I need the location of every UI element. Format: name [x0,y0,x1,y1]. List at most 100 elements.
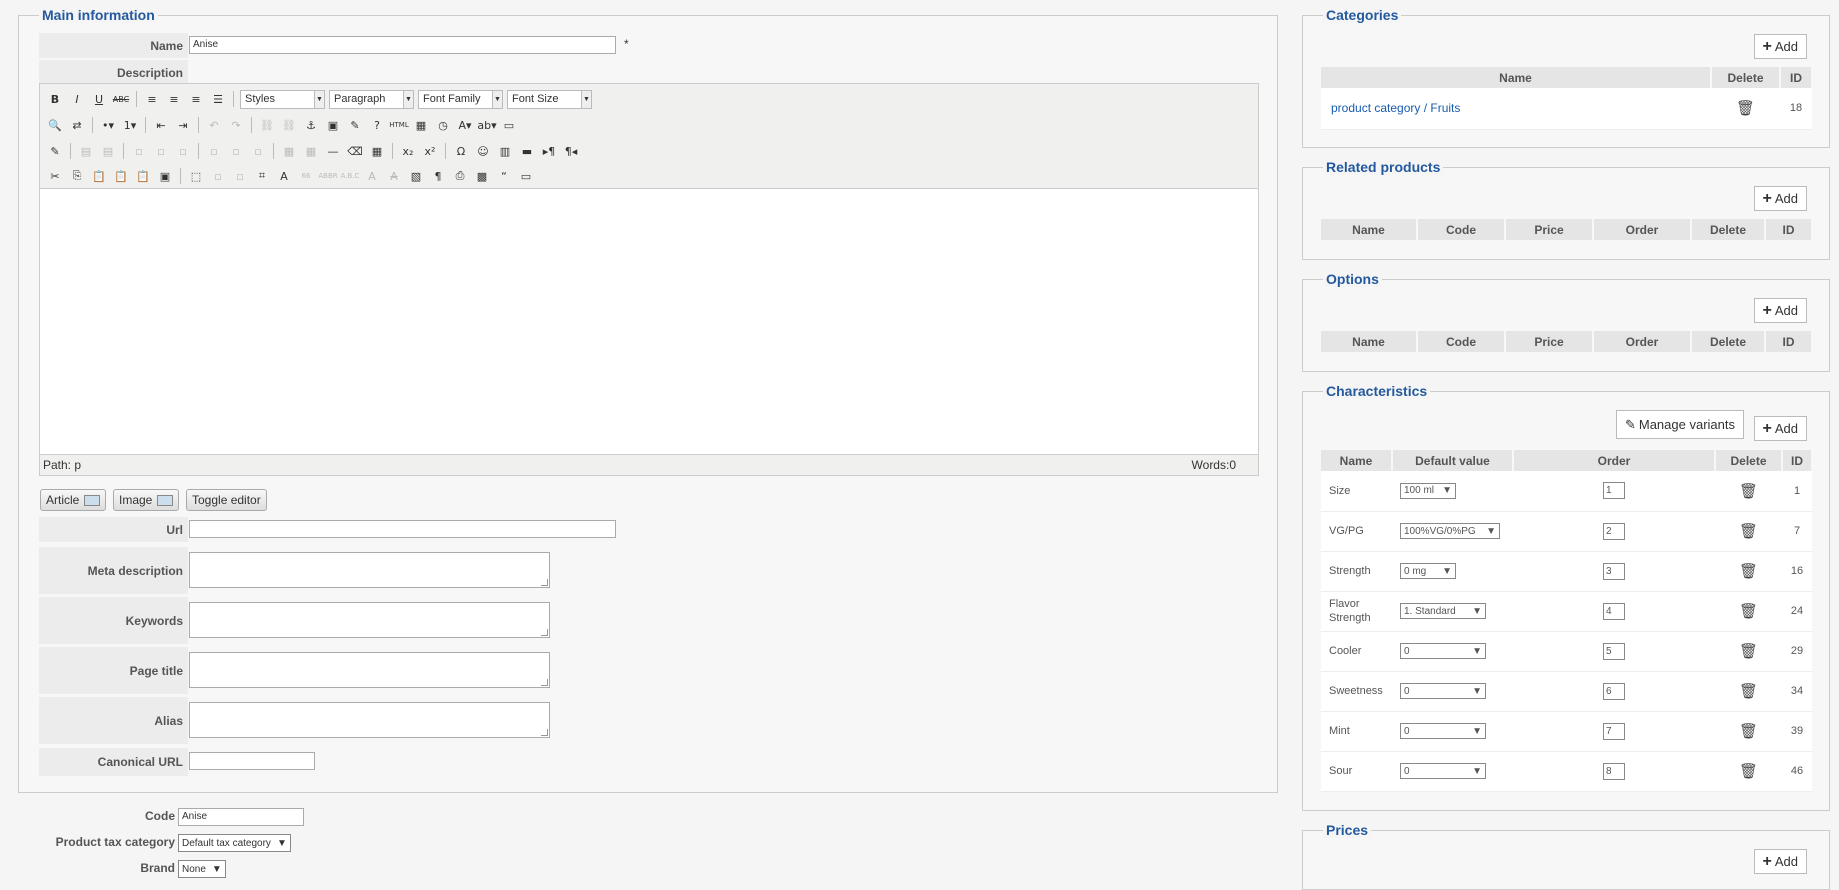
preview-icon[interactable]: ▭ [500,116,518,134]
default-value-select[interactable]: 0 ▼ [1400,763,1486,779]
editor-content-area[interactable] [40,189,1258,455]
attributes-icon[interactable]: ▫ [249,142,267,160]
alias-textarea[interactable] [189,702,550,738]
abbr-icon[interactable]: ABBR [318,167,337,185]
acronym-icon[interactable]: A.B.C [341,167,360,185]
trash-icon[interactable]: 🗑 [1739,763,1758,780]
replace-icon[interactable]: ⇄ [68,116,86,134]
product-tax-category-select[interactable]: Default tax category ▼ [178,834,291,852]
insert-layer-icon[interactable]: ▫ [130,142,148,160]
paragraph-select[interactable]: Paragraph ▼ [329,89,414,109]
move-forward-icon[interactable]: ▫ [152,142,170,160]
spellcheck-icon[interactable]: A [275,167,293,185]
trash-icon[interactable]: 🗑 [1739,683,1758,700]
indent-icon[interactable]: ⇥ [174,116,192,134]
style-props-icon[interactable]: ▫ [227,142,245,160]
trash-icon[interactable]: 🗑 [1739,563,1758,580]
horizontal-rule-icon[interactable]: — [324,142,342,160]
del-icon[interactable]: A [385,167,403,185]
order-input[interactable]: 2 [1603,522,1625,540]
blockquote-icon[interactable]: “ [495,167,513,185]
underline-icon[interactable]: U [90,90,108,108]
select-all-icon[interactable]: ▣ [156,167,174,185]
ltr-icon[interactable]: ▸¶ [540,142,558,160]
default-value-select[interactable]: 100%VG/0%PG ▼ [1400,523,1500,539]
unlink-icon[interactable]: ⛓ [280,116,298,134]
insert-date-icon[interactable]: ▦ [412,116,430,134]
code-input[interactable]: Anise [178,808,304,826]
cut-icon[interactable]: ✂ [46,167,64,185]
add-option-button[interactable]: + Add [1753,298,1807,323]
layer-icon[interactable]: ▫ [209,167,227,185]
canonical-url-input[interactable] [189,752,315,770]
link-icon[interactable]: ⛓ [258,116,276,134]
page-break-icon[interactable]: ▬ [518,142,536,160]
template-icon[interactable]: ▧ [407,167,425,185]
order-input[interactable]: 1 [1603,482,1625,500]
special-char-icon[interactable]: Ω [452,142,470,160]
meta-description-textarea[interactable] [189,552,550,588]
crop-icon[interactable]: ⌗ [253,167,271,185]
cite-icon[interactable]: 66 [297,167,315,185]
trash-icon[interactable]: 🗑 [1736,100,1755,117]
table-icon[interactable]: ▦ [368,142,386,160]
styles-select[interactable]: Styles ▼ [240,89,325,109]
trash-icon[interactable]: 🗑 [1739,483,1758,500]
order-input[interactable]: 6 [1603,682,1625,700]
align-left-icon[interactable]: ≡ [143,90,161,108]
insert-time-icon[interactable]: ◷ [434,116,452,134]
trash-icon[interactable]: 🗑 [1739,723,1758,740]
absolute-icon[interactable]: ▫ [205,142,223,160]
order-input[interactable]: 5 [1603,642,1625,660]
insert-image-icon[interactable]: ▣ [324,116,342,134]
print-preview-icon[interactable]: ⎙ [451,167,469,185]
move-backward-icon[interactable]: ▫ [174,142,192,160]
order-input[interactable]: 8 [1603,762,1625,780]
paste-text-icon[interactable]: 📋 [112,167,130,185]
find-icon[interactable]: 🔍 [46,116,64,134]
html-icon[interactable]: HTML [389,116,408,134]
category-link[interactable]: product category / Fruits [1321,88,1711,130]
image-button[interactable]: Image [113,489,180,511]
media-icon[interactable]: ▥ [496,142,514,160]
paste-word-icon[interactable]: 📋 [134,167,152,185]
default-value-select[interactable]: 0 mg ▼ [1400,563,1456,579]
font-family-select[interactable]: Font Family ▼ [418,89,503,109]
merge-cells-icon[interactable]: ▦ [302,142,320,160]
layer-two-icon[interactable]: ▫ [231,167,249,185]
manage-variants-button[interactable]: ✎ Manage variants [1615,410,1744,439]
trash-icon[interactable]: 🗑 [1739,523,1758,540]
emoticon-icon[interactable]: ☺ [474,142,492,160]
trash-icon[interactable]: 🗑 [1739,603,1758,620]
background-color-icon[interactable]: ab▾ [477,116,496,134]
order-input[interactable]: 3 [1603,562,1625,580]
bullet-list-icon[interactable]: •▾ [99,116,117,134]
add-price-button[interactable]: + Add [1753,849,1807,874]
anchor-icon[interactable]: ⚓ [302,116,320,134]
pilcrow-icon[interactable]: ¶ [429,167,447,185]
add-characteristic-button[interactable]: + Add [1753,416,1807,441]
superscript-icon[interactable]: x² [421,142,439,160]
redo-icon[interactable]: ↷ [227,116,245,134]
toggle-editor-button[interactable]: Toggle editor [186,489,267,511]
article-button[interactable]: Article [40,489,107,511]
align-justify-icon[interactable]: ☰ [209,90,227,108]
visual-aid-icon[interactable]: ⬚ [187,167,205,185]
add-category-button[interactable]: + Add [1753,34,1807,59]
add-related-product-button[interactable]: + Add [1753,186,1807,211]
remove-format-icon[interactable]: ⌫ [346,142,364,160]
rtl-icon[interactable]: ¶◂ [562,142,580,160]
help-icon[interactable]: ? [368,116,386,134]
subscript-icon[interactable]: x₂ [399,142,417,160]
bold-icon[interactable]: B [46,90,64,108]
default-value-select[interactable]: 0 ▼ [1400,683,1486,699]
italic-icon[interactable]: I [68,90,86,108]
numbered-list-icon[interactable]: 1▾ [121,116,139,134]
text-color-icon[interactable]: A▾ [456,116,474,134]
ins-icon[interactable]: A [363,167,381,185]
default-value-select[interactable]: 100 ml ▼ [1400,482,1456,499]
fullscreen-icon[interactable]: ▭ [517,167,535,185]
strikethrough-icon[interactable]: ABC [112,90,130,108]
url-input[interactable] [189,520,616,538]
edit-css-icon[interactable]: ✎ [46,142,64,160]
